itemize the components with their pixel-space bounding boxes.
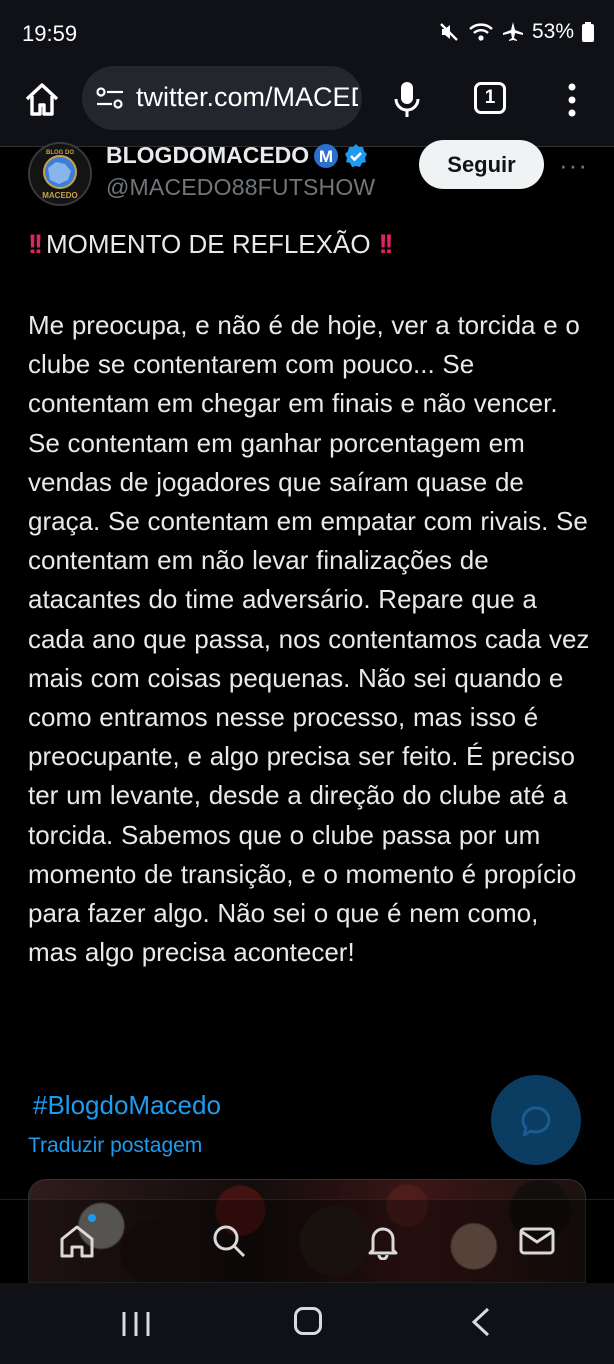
mute-icon	[440, 23, 458, 41]
chat-bubble-icon	[521, 1106, 551, 1137]
airplane-icon	[502, 22, 523, 41]
back-icon[interactable]	[470, 1307, 492, 1337]
name-badge-icon: M	[314, 143, 339, 168]
wifi-icon	[469, 23, 493, 41]
verified-badge-icon	[345, 143, 368, 167]
home-icon[interactable]	[58, 1222, 96, 1260]
messages-icon[interactable]	[518, 1222, 556, 1260]
home-icon[interactable]	[294, 1307, 322, 1335]
hashtag-link[interactable]: #BlogdoMacedo	[33, 1090, 221, 1121]
bottom-navigation	[0, 1199, 614, 1284]
double-exclamation-icon: !!	[378, 229, 394, 259]
display-name-text[interactable]: BLOGDOMACEDO	[106, 142, 309, 169]
double-exclamation-icon: !!	[28, 229, 43, 259]
address-bar[interactable]: twitter.com/MACEDO88FUTSHOW	[82, 66, 362, 130]
battery-icon	[582, 22, 594, 42]
post-body: Me preocupa, e não é de hoje, ver a torc…	[28, 310, 590, 968]
notification-dot	[88, 1214, 96, 1222]
translate-post-link[interactable]: Traduzir postagem	[28, 1134, 202, 1158]
avatar[interactable]: MACEDO BLOG DO	[28, 142, 92, 206]
battery-percent: 53%	[531, 20, 574, 43]
search-icon[interactable]	[210, 1222, 248, 1260]
status-icons: 53%	[438, 20, 594, 44]
android-navigation-bar	[0, 1283, 614, 1364]
site-settings-icon[interactable]	[96, 86, 124, 110]
compose-reply-button[interactable]	[491, 1075, 581, 1165]
follow-button[interactable]: Seguir	[419, 140, 544, 189]
home-icon[interactable]	[22, 80, 62, 120]
url-text[interactable]: twitter.com/MACEDO88FUTSHOW	[136, 82, 358, 113]
post-title: !! MOMENTO DE REFLEXÃO !!	[28, 229, 394, 260]
avatar-logo: MACEDO BLOG DO	[28, 142, 92, 206]
status-bar: 19:59 53%	[0, 0, 614, 66]
notifications-icon[interactable]	[364, 1222, 402, 1260]
display-name[interactable]: BLOGDOMACEDO M	[106, 142, 369, 169]
svg-text:MACEDO: MACEDO	[42, 191, 78, 200]
status-time: 19:59	[22, 21, 78, 46]
user-handle[interactable]: @MACEDO88FUTSHOW	[106, 174, 375, 201]
post-more-button[interactable]: ···	[559, 150, 588, 181]
tab-switcher-button[interactable]: 1	[474, 82, 506, 114]
recents-icon[interactable]	[121, 1310, 151, 1338]
post-title-text: MOMENTO DE REFLEXÃO	[45, 229, 371, 259]
svg-text:BLOG DO: BLOG DO	[46, 150, 74, 156]
browser-toolbar: twitter.com/MACEDO88FUTSHOW 1	[0, 66, 614, 146]
svg-text:M: M	[319, 147, 333, 166]
more-vert-icon[interactable]	[562, 82, 582, 118]
microphone-icon[interactable]	[392, 80, 422, 120]
